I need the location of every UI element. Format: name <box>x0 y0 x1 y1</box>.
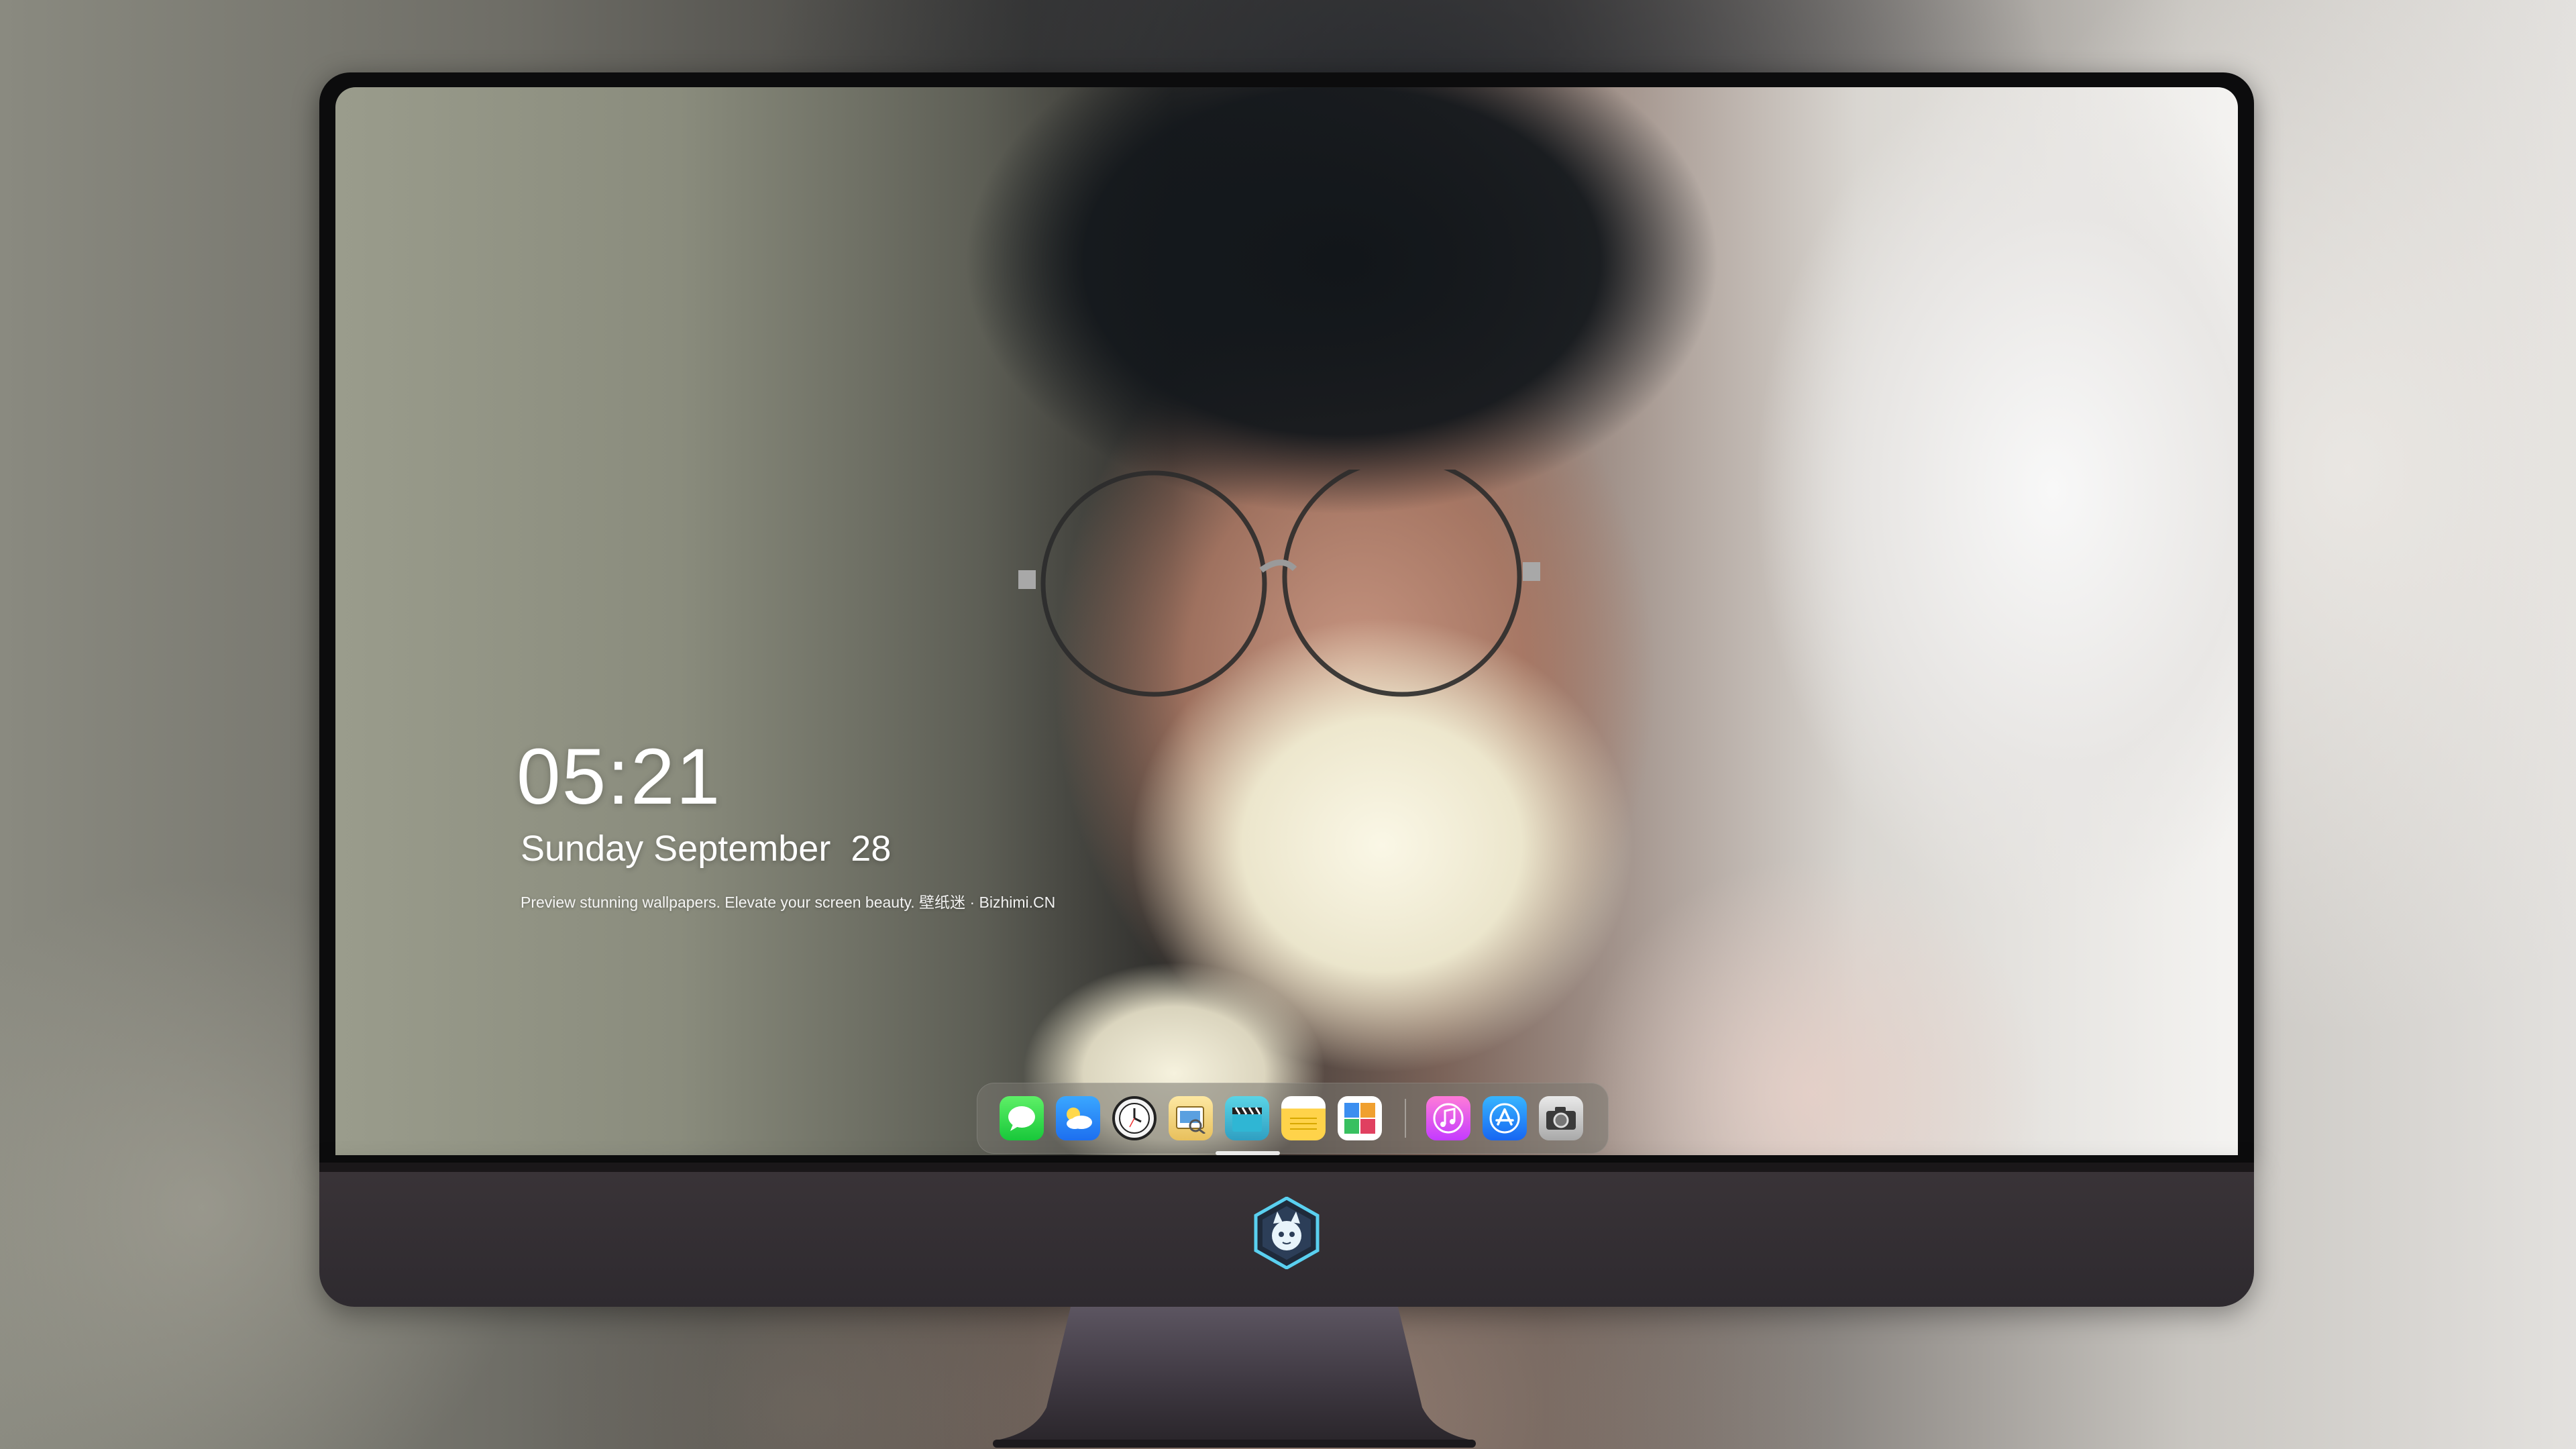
monitor-stand <box>993 1307 1476 1448</box>
camera-icon[interactable] <box>1539 1096 1583 1140</box>
background: 05:21 Sunday September 28 Preview stunni… <box>0 0 2576 1449</box>
monitor: 05:21 Sunday September 28 Preview stunni… <box>319 72 2254 1448</box>
clock-icon[interactable] <box>1112 1096 1157 1140</box>
clapperboard-glyph <box>1232 1107 1262 1132</box>
collage-glyph <box>1344 1103 1375 1134</box>
messages-icon[interactable] <box>1000 1096 1044 1140</box>
cat-mascot-logo <box>1254 1197 1320 1269</box>
preview-glyph <box>1176 1106 1205 1134</box>
camera-glyph <box>1546 1107 1576 1130</box>
clock-time: 05:21 <box>517 733 722 821</box>
clapperboard-icon[interactable] <box>1225 1096 1269 1140</box>
weather-icon[interactable] <box>1056 1096 1100 1140</box>
chin-seam <box>319 1163 2254 1172</box>
app-store-icon[interactable] <box>1483 1096 1527 1140</box>
dock <box>977 1083 1609 1154</box>
notes-icon[interactable] <box>1281 1096 1326 1140</box>
glasses-illustration <box>1018 470 1540 697</box>
speech-bubble-glyph <box>1008 1106 1035 1131</box>
screen: 05:21 Sunday September 28 Preview stunni… <box>335 87 2238 1155</box>
dock-separator <box>1405 1099 1406 1138</box>
notes-lines-glyph <box>1290 1118 1317 1130</box>
monitor-bezel: 05:21 Sunday September 28 Preview stunni… <box>319 72 2254 1163</box>
wallpaper-caption: Preview stunning wallpapers. Elevate you… <box>521 894 1056 911</box>
dock-active-indicator <box>1216 1151 1280 1155</box>
preview-icon[interactable] <box>1169 1096 1213 1140</box>
music-note-glyph <box>1433 1103 1464 1134</box>
clock-date: Sunday September 28 <box>521 828 892 869</box>
photo-collage-icon[interactable] <box>1338 1096 1382 1140</box>
app-store-glyph <box>1489 1103 1520 1134</box>
cloud-sun-glyph <box>1067 1108 1092 1129</box>
music-icon[interactable] <box>1426 1096 1470 1140</box>
clock-face-glyph <box>1119 1103 1150 1134</box>
